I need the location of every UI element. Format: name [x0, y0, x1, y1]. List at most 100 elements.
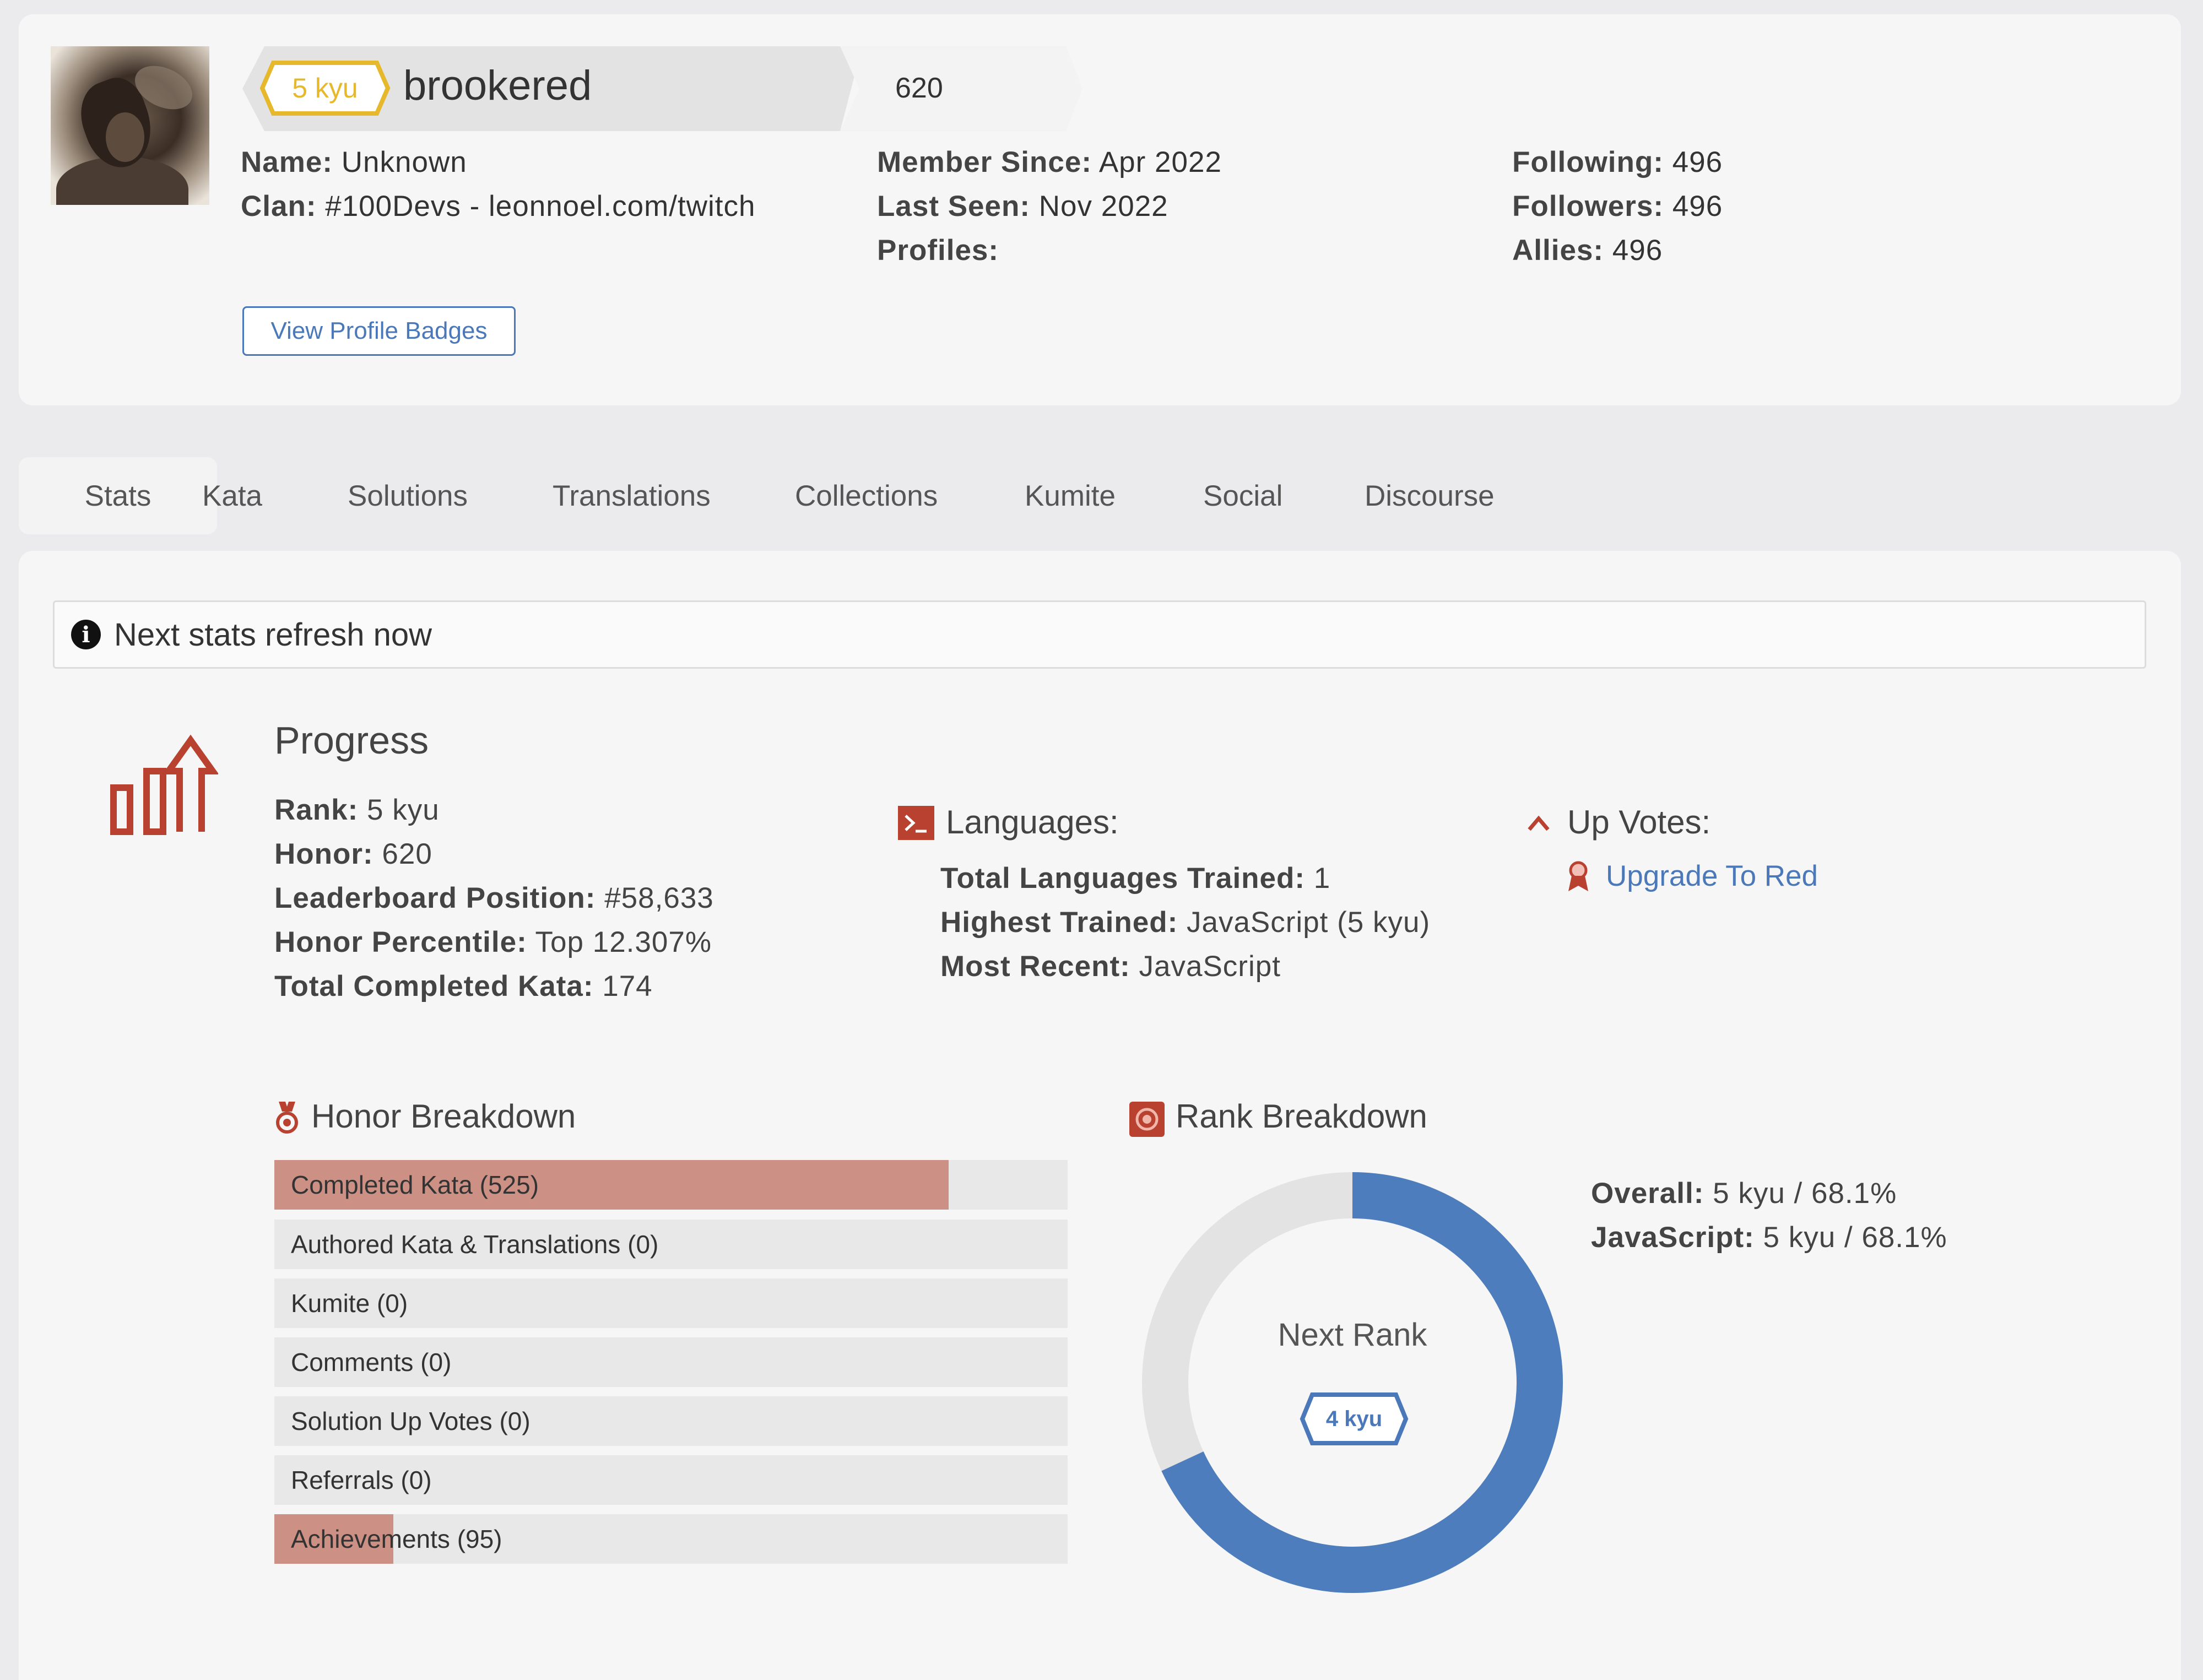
- javascript-rank-row: JavaScript: 5 kyu / 68.1%: [1591, 1221, 1947, 1254]
- last-seen-row: Last Seen: Nov 2022: [877, 189, 1168, 223]
- honor-breakdown-title: Honor Breakdown: [311, 1098, 576, 1135]
- languages-trained-label: Total Languages Trained:: [940, 862, 1306, 895]
- tab-stats[interactable]: Stats: [19, 457, 217, 534]
- honor-breakdown-row: Kumite (0): [274, 1278, 1068, 1328]
- allies-value: 496: [1612, 234, 1663, 267]
- overall-label: Overall:: [1591, 1177, 1704, 1210]
- followers-value: 496: [1672, 190, 1723, 223]
- following-row[interactable]: Following: 496: [1512, 145, 1723, 179]
- tab-translations[interactable]: Translations: [553, 457, 711, 534]
- avatar[interactable]: [51, 46, 209, 205]
- clan-label: Clan:: [241, 190, 317, 223]
- most-recent-row: Most Recent: JavaScript: [940, 950, 1281, 983]
- overall-rank-row: Overall: 5 kyu / 68.1%: [1591, 1177, 1897, 1210]
- name-row: Name: Unknown: [241, 145, 467, 179]
- member-since-row: Member Since: Apr 2022: [877, 145, 1222, 179]
- honor-breakdown-row: Comments (0): [274, 1337, 1068, 1387]
- info-icon: i: [71, 620, 101, 649]
- highest-trained-label: Highest Trained:: [940, 906, 1178, 939]
- award-ribbon-icon: [1568, 861, 1588, 891]
- stats-refresh-notice: i Next stats refresh now: [53, 600, 2146, 669]
- completed-kata-row: Total Completed Kata: 174: [274, 969, 653, 1003]
- percentile-label: Honor Percentile:: [274, 926, 527, 958]
- percentile-value: Top 12.307%: [535, 926, 712, 958]
- highest-trained-row: Highest Trained: JavaScript (5 kyu): [940, 906, 1430, 939]
- most-recent-value: JavaScript: [1139, 950, 1281, 983]
- rank-breakdown-title: Rank Breakdown: [1176, 1098, 1427, 1135]
- rank-label: Rank:: [274, 794, 359, 826]
- honor-breakdown-row: Referrals (0): [274, 1455, 1068, 1505]
- following-label: Following:: [1512, 146, 1664, 178]
- profiles-label: Profiles:: [877, 234, 999, 267]
- leaderboard-label: Leaderboard Position:: [274, 882, 596, 914]
- rank-target-icon: [1129, 1102, 1165, 1137]
- honor-label: Honor:: [274, 838, 374, 870]
- following-value: 496: [1672, 146, 1723, 178]
- stats-refresh-text: Next stats refresh now: [114, 616, 432, 653]
- tab-solutions[interactable]: Solutions: [348, 457, 468, 534]
- rank-row: Rank: 5 kyu: [274, 793, 440, 827]
- honor-breakdown-label: Authored Kata & Translations (0): [291, 1230, 659, 1259]
- progress-title: Progress: [274, 719, 429, 762]
- terminal-icon: [898, 806, 934, 840]
- chevron-up-icon: [1528, 815, 1550, 831]
- completed-kata-label: Total Completed Kata:: [274, 970, 594, 1002]
- honor-breakdown-label: Achievements (95): [291, 1525, 502, 1553]
- progress-chart-icon: [110, 734, 218, 835]
- most-recent-label: Most Recent:: [940, 950, 1130, 983]
- next-rank-label: Next Rank: [1278, 1317, 1427, 1353]
- clan-row: Clan: #100Devs - leonnoel.com/twitch: [241, 189, 755, 223]
- allies-row[interactable]: Allies: 496: [1512, 234, 1663, 267]
- highest-trained-value: JavaScript (5 kyu): [1186, 906, 1431, 939]
- languages-trained-value: 1: [1313, 862, 1331, 895]
- view-profile-badges-button[interactable]: View Profile Badges: [242, 306, 516, 356]
- honor-plate: [840, 46, 1082, 131]
- honor-breakdown-row: Solution Up Votes (0): [274, 1396, 1068, 1446]
- member-since-label: Member Since:: [877, 146, 1092, 178]
- honor-breakdown-label: Completed Kata (525): [291, 1170, 539, 1199]
- profiles-row: Profiles:: [877, 234, 999, 267]
- next-rank-badge: 4 kyu: [1299, 1391, 1409, 1446]
- leaderboard-row: Leaderboard Position: #58,633: [274, 881, 714, 915]
- allies-label: Allies:: [1512, 234, 1604, 267]
- honor-breakdown-label: Comments (0): [291, 1348, 452, 1376]
- overall-value: 5 kyu / 68.1%: [1713, 1177, 1897, 1210]
- languages-title: Languages:: [946, 804, 1119, 841]
- honor-breakdown-row: Completed Kata (525): [274, 1160, 1068, 1210]
- upvotes-title: Up Votes:: [1567, 804, 1711, 841]
- last-seen-value: Nov 2022: [1038, 190, 1168, 223]
- username: brookered: [403, 62, 592, 109]
- javascript-value: 5 kyu / 68.1%: [1763, 1221, 1947, 1254]
- rank-badge-text: 5 kyu: [292, 73, 358, 104]
- percentile-row: Honor Percentile: Top 12.307%: [274, 925, 712, 959]
- upgrade-to-red-link[interactable]: Upgrade To Red: [1606, 859, 1818, 893]
- tab-collections[interactable]: Collections: [795, 457, 938, 534]
- tab-discourse[interactable]: Discourse: [1365, 457, 1495, 534]
- rank-badge: 5 kyu: [259, 59, 391, 117]
- followers-label: Followers:: [1512, 190, 1664, 223]
- next-rank-text: 4 kyu: [1325, 1406, 1383, 1431]
- honor-breakdown-row: Achievements (95): [274, 1514, 1068, 1564]
- member-since-value: Apr 2022: [1098, 146, 1222, 178]
- tab-kata[interactable]: Kata: [202, 457, 262, 534]
- honor-breakdown-label: Solution Up Votes (0): [291, 1407, 531, 1435]
- name-value: Unknown: [341, 146, 467, 178]
- rank-value: 5 kyu: [367, 794, 440, 826]
- tab-social[interactable]: Social: [1203, 457, 1282, 534]
- honor-breakdown-label: Referrals (0): [291, 1466, 432, 1494]
- javascript-label: JavaScript:: [1591, 1221, 1755, 1254]
- languages-trained-row: Total Languages Trained: 1: [940, 861, 1330, 895]
- honor-score: 620: [895, 72, 943, 104]
- followers-row[interactable]: Followers: 496: [1512, 189, 1723, 223]
- honor-row: Honor: 620: [274, 837, 432, 871]
- leaderboard-value: #58,633: [604, 882, 714, 914]
- name-label: Name:: [241, 146, 333, 178]
- medal-icon: [276, 1102, 298, 1134]
- honor-value: 620: [382, 838, 432, 870]
- last-seen-label: Last Seen:: [877, 190, 1031, 223]
- rank-progress-donut: [1142, 1172, 1563, 1593]
- completed-kata-value: 174: [602, 970, 653, 1002]
- clan-value: #100Devs - leonnoel.com/twitch: [325, 190, 756, 223]
- tab-kumite[interactable]: Kumite: [1025, 457, 1116, 534]
- honor-breakdown-label: Kumite (0): [291, 1289, 408, 1318]
